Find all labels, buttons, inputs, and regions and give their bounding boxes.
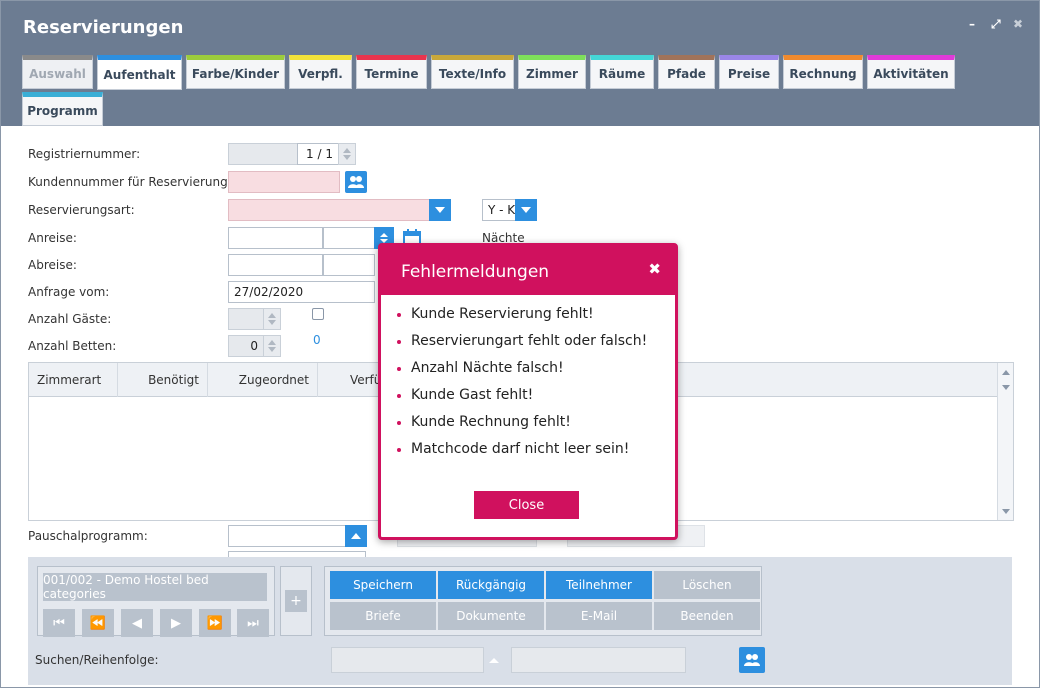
first-record-icon[interactable]: ⏮: [43, 609, 75, 637]
anfrage-label: Anfrage vom:: [28, 285, 110, 299]
speichern-button[interactable]: Speichern: [330, 571, 436, 599]
column-benoetigt[interactable]: Benötigt: [118, 363, 208, 397]
abreise-time-field[interactable]: [323, 254, 375, 276]
users-icon: [348, 176, 364, 188]
error-message: Kunde Gast fehlt!: [395, 387, 647, 414]
error-message: Kunde Rechnung fehlt!: [395, 414, 647, 441]
anreise-time-field[interactable]: [323, 227, 375, 249]
users-icon: [744, 654, 760, 666]
teilnehmer-button[interactable]: Teilnehmer: [546, 571, 652, 599]
tab-programm[interactable]: Programm: [22, 92, 103, 126]
column-zimmerart[interactable]: Zimmerart: [29, 363, 118, 397]
next-record-icon[interactable]: ▶: [160, 609, 192, 637]
tab-raeume[interactable]: Räume: [590, 55, 654, 89]
fast-forward-icon[interactable]: ⏩: [199, 609, 231, 637]
tab-zimmer[interactable]: Zimmer: [518, 55, 586, 89]
betten-stepper[interactable]: [263, 335, 281, 357]
reservation-type-code-dropdown[interactable]: [515, 199, 537, 221]
pauschal-select[interactable]: [228, 525, 346, 547]
reservation-type-code[interactable]: Y - K: [482, 199, 516, 221]
anfrage-date-field[interactable]: 27/02/2020: [228, 281, 375, 303]
registriernummer-stepper[interactable]: [338, 143, 356, 165]
registriernummer-field: [228, 143, 298, 165]
tab-pfade[interactable]: Pfade: [658, 55, 715, 89]
dialog-close-button[interactable]: Close: [474, 491, 579, 519]
reservierungsart-select[interactable]: [228, 199, 430, 221]
tab-farbe-kinder[interactable]: Farbe/Kinder: [186, 55, 285, 89]
chevron-up-icon: [351, 533, 361, 539]
scroll-up-icon[interactable]: [1002, 370, 1010, 375]
prev-record-icon[interactable]: ◀: [121, 609, 153, 637]
betten-count: 0: [313, 333, 321, 347]
error-list: Kunde Reservierung fehlt! Reservierungar…: [395, 306, 647, 468]
search-users-button[interactable]: [739, 647, 765, 673]
error-message: Kunde Reservierung fehlt!: [395, 306, 647, 333]
column-zugeordnet[interactable]: Zugeordnet: [208, 363, 318, 397]
search-label: Suchen/Reihenfolge:: [35, 653, 159, 667]
last-record-icon[interactable]: ⏭: [237, 609, 269, 637]
add-record-button[interactable]: +: [280, 566, 312, 636]
tab-rechnung[interactable]: Rechnung: [783, 55, 863, 89]
pauschal-dropdown-button[interactable]: [345, 525, 367, 547]
reservation-window: Reservierungen – ⤢ ✖ Auswahl Aufenthalt …: [0, 0, 1040, 688]
betten-field[interactable]: 0: [228, 335, 264, 357]
sort-toggle-icon[interactable]: [489, 658, 499, 663]
briefe-button[interactable]: Briefe: [330, 602, 436, 630]
chevron-down-icon: [435, 207, 445, 213]
loeschen-button[interactable]: Löschen: [654, 571, 760, 599]
rueckgaengig-button[interactable]: Rückgängig: [438, 571, 544, 599]
reservierungsart-dropdown-button[interactable]: [429, 199, 451, 221]
close-icon[interactable]: ✖: [648, 260, 661, 278]
scroll-down-icon[interactable]: [1002, 385, 1010, 390]
chevron-down-icon: [521, 207, 531, 213]
customer-lookup-button[interactable]: [345, 171, 367, 193]
minimize-icon[interactable]: –: [969, 17, 975, 31]
reservierungsart-label: Reservierungsart:: [28, 203, 135, 217]
registriernummer-counter: 1 / 1: [297, 143, 339, 165]
grid-scrollbar[interactable]: [997, 363, 1013, 520]
fast-back-icon[interactable]: ⏪: [82, 609, 114, 637]
tab-preise[interactable]: Preise: [719, 55, 779, 89]
betten-label: Anzahl Betten:: [28, 339, 117, 353]
beenden-button[interactable]: Beenden: [654, 602, 760, 630]
gaeste-checkbox[interactable]: [312, 308, 324, 320]
gaeste-stepper[interactable]: [263, 308, 281, 330]
tab-aufenthalt[interactable]: Aufenthalt: [97, 55, 182, 90]
error-message: Reservierungart fehlt oder falsch!: [395, 333, 647, 360]
tab-auswahl[interactable]: Auswahl: [22, 55, 93, 89]
abreise-date-field[interactable]: [228, 254, 323, 276]
kundennummer-label: Kundennummer für Reservierung: [28, 175, 228, 189]
tab-texte-info[interactable]: Texte/Info: [431, 55, 514, 89]
scroll-bottom-icon[interactable]: [1002, 509, 1010, 514]
tab-aktivitaeten[interactable]: Aktivitäten: [867, 55, 955, 89]
abreise-label: Abreise:: [28, 258, 77, 272]
window-header: Reservierungen – ⤢ ✖ Auswahl Aufenthalt …: [1, 1, 1039, 126]
search-input-2[interactable]: [511, 647, 686, 673]
maximize-icon[interactable]: ⤢: [991, 17, 1001, 32]
registriernummer-label: Registriernummer:: [28, 147, 141, 161]
error-message: Matchcode darf nicht leer sein!: [395, 441, 647, 468]
email-button[interactable]: E-Mail: [546, 602, 652, 630]
error-dialog: Fehlermeldungen ✖ Kunde Reservierung feh…: [378, 243, 678, 540]
dialog-header: Fehlermeldungen ✖: [381, 246, 675, 295]
gaeste-label: Anzahl Gäste:: [28, 312, 112, 326]
tab-verpfl[interactable]: Verpfl.: [289, 55, 352, 89]
search-input[interactable]: [331, 647, 484, 673]
action-panel: Speichern Rückgängig Teilnehmer Löschen …: [324, 566, 762, 636]
plus-icon: +: [285, 590, 307, 612]
kundennummer-field[interactable]: [228, 171, 340, 193]
error-message: Anzahl Nächte falsch!: [395, 360, 647, 387]
tab-termine[interactable]: Termine: [356, 55, 427, 89]
bottom-toolbar: 001/002 - Demo Hostel bed categories ⏮ ⏪…: [28, 557, 1012, 685]
record-name: 001/002 - Demo Hostel bed categories: [43, 573, 267, 601]
dialog-title: Fehlermeldungen: [401, 262, 550, 282]
record-navigator: 001/002 - Demo Hostel bed categories ⏮ ⏪…: [37, 566, 275, 637]
close-icon[interactable]: ✖: [1013, 17, 1023, 31]
anreise-label: Anreise:: [28, 231, 77, 245]
dokumente-button[interactable]: Dokumente: [438, 602, 544, 630]
window-title: Reservierungen: [23, 17, 184, 38]
anreise-date-field[interactable]: [228, 227, 323, 249]
gaeste-field[interactable]: [228, 308, 264, 330]
pauschal-label: Pauschalprogramm:: [28, 529, 148, 543]
